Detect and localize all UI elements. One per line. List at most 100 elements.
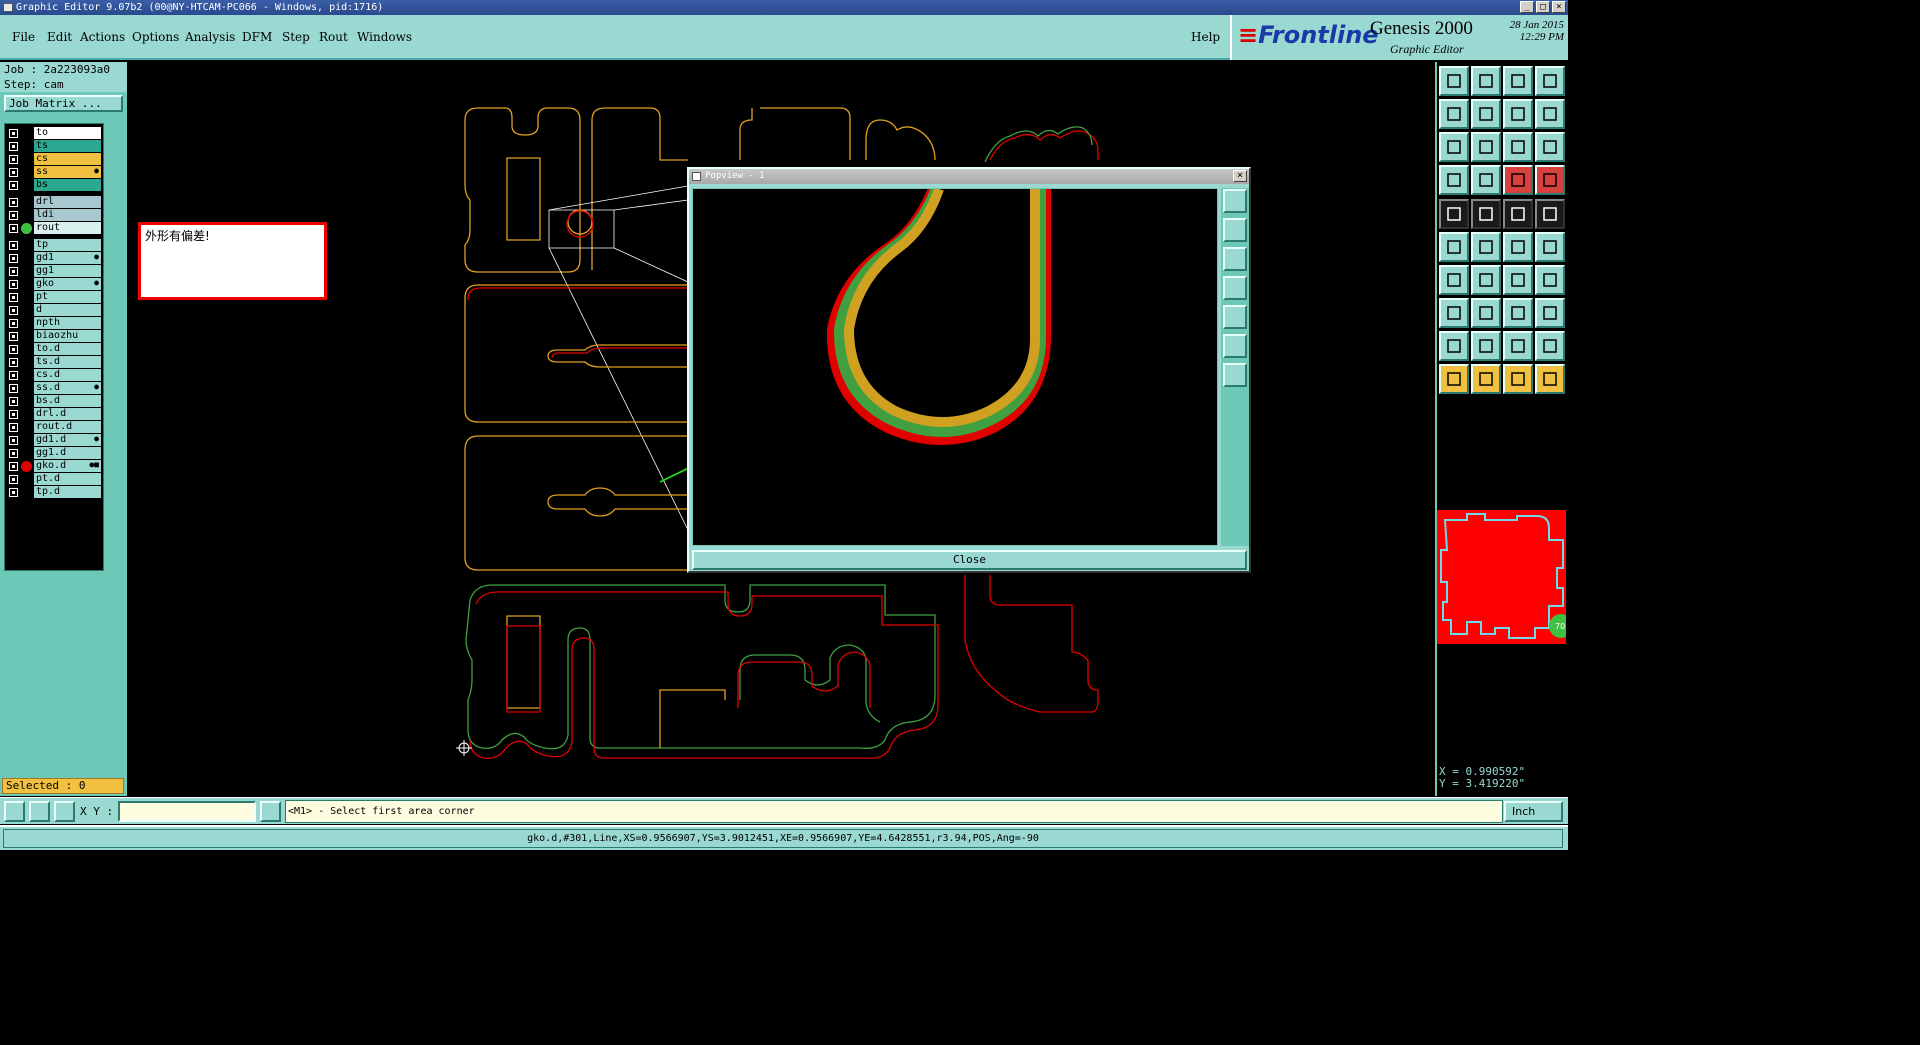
- layer-checkbox[interactable]: [9, 293, 18, 302]
- layer-row[interactable]: to.d: [5, 343, 103, 356]
- info-button[interactable]: [260, 801, 281, 822]
- layer-checkbox[interactable]: [9, 142, 18, 151]
- menu-rout[interactable]: Rout: [319, 30, 348, 44]
- layer-checkbox[interactable]: [9, 384, 18, 393]
- layer-checkbox[interactable]: [9, 423, 18, 432]
- layer-row[interactable]: gg1.d: [5, 447, 103, 460]
- line-width-button[interactable]: [1503, 199, 1533, 229]
- layer-row[interactable]: rout.d: [5, 421, 103, 434]
- layer-checkbox[interactable]: [9, 155, 18, 164]
- zoom-center-button[interactable]: [1471, 132, 1501, 162]
- popview-close-icon[interactable]: ×: [1233, 170, 1247, 182]
- add-line-button[interactable]: [1471, 298, 1501, 328]
- layer-checkbox[interactable]: [9, 181, 18, 190]
- menu-dfm[interactable]: DFM: [242, 30, 272, 44]
- layer-row[interactable]: npth: [5, 317, 103, 330]
- layer-row[interactable]: ts.d: [5, 356, 103, 369]
- measure-button[interactable]: [1439, 165, 1469, 195]
- pointer-button[interactable]: [1439, 364, 1469, 394]
- add-pad-button[interactable]: [1439, 298, 1469, 328]
- menu-step[interactable]: Step: [282, 30, 310, 44]
- layer-row[interactable]: rout: [5, 222, 103, 235]
- popview-canvas[interactable]: [692, 186, 1218, 546]
- layer-checkbox[interactable]: [9, 488, 18, 497]
- zoom-right-button[interactable]: [1471, 99, 1501, 129]
- layer-checkbox[interactable]: [9, 410, 18, 419]
- layer-checkbox[interactable]: [9, 436, 18, 445]
- mirror-button[interactable]: [1535, 265, 1565, 295]
- angle-button[interactable]: [1439, 265, 1469, 295]
- windows-button[interactable]: [1535, 66, 1565, 96]
- layer-checkbox[interactable]: [9, 241, 18, 250]
- layer-checkbox[interactable]: [9, 358, 18, 367]
- popview-pan-left-button[interactable]: [1223, 276, 1247, 300]
- layer-row[interactable]: tp.d: [5, 486, 103, 499]
- cross-button[interactable]: [1471, 232, 1501, 262]
- popview-pan-up-button[interactable]: [1223, 218, 1247, 242]
- menu-options[interactable]: Options: [132, 30, 179, 44]
- arc-button[interactable]: [1471, 331, 1501, 361]
- copy-button[interactable]: [1535, 232, 1565, 262]
- layer-row[interactable]: gd1 ●: [5, 252, 103, 265]
- layer-checkbox[interactable]: [9, 462, 18, 471]
- popview-zoom-in-button[interactable]: [1223, 334, 1247, 358]
- layer-row[interactable]: drl: [5, 196, 103, 209]
- layer-row[interactable]: gko ●: [5, 278, 103, 291]
- layer-row[interactable]: gko.d ●■: [5, 460, 103, 473]
- feature-select-button[interactable]: [1439, 199, 1469, 229]
- layer-row[interactable]: to: [5, 127, 103, 140]
- layer-checkbox[interactable]: [9, 198, 18, 207]
- layer-checkbox[interactable]: [9, 345, 18, 354]
- popview-title-bar[interactable]: Popview - 1 ×: [689, 169, 1249, 184]
- popview-zoom-out-button[interactable]: [1223, 363, 1247, 387]
- zoom-redraw-button[interactable]: [1535, 99, 1565, 129]
- connect-button[interactable]: [1439, 232, 1469, 262]
- layer-checkbox[interactable]: [9, 254, 18, 263]
- layer-row[interactable]: d: [5, 304, 103, 317]
- layer-row[interactable]: bs: [5, 179, 103, 192]
- menu-analysis[interactable]: Analysis: [185, 30, 235, 44]
- layer-checkbox[interactable]: [9, 224, 18, 233]
- net-highlight-button[interactable]: [1535, 165, 1565, 195]
- units-select[interactable]: Inch: [1504, 801, 1563, 822]
- layer-row[interactable]: gd1.d ●: [5, 434, 103, 447]
- menu-actions[interactable]: Actions: [80, 30, 125, 44]
- maximize-button[interactable]: □: [1536, 1, 1550, 13]
- layer-checkbox[interactable]: [9, 267, 18, 276]
- select-area-button[interactable]: [1503, 364, 1533, 394]
- layer-row[interactable]: pt.d: [5, 473, 103, 486]
- line-button[interactable]: [1471, 265, 1501, 295]
- triangle-button[interactable]: [1439, 331, 1469, 361]
- layer-row[interactable]: ss ●: [5, 166, 103, 179]
- xy-input[interactable]: [118, 801, 256, 822]
- popview-zoom-fit-button[interactable]: [1223, 189, 1247, 213]
- layer-checkbox[interactable]: [9, 129, 18, 138]
- layer-row[interactable]: biaozhu: [5, 330, 103, 343]
- net-button[interactable]: [1503, 165, 1533, 195]
- rotate-button[interactable]: [1503, 265, 1533, 295]
- layer-row[interactable]: bs.d: [5, 395, 103, 408]
- layer-row[interactable]: gg1: [5, 265, 103, 278]
- zoom-home-button[interactable]: [1503, 99, 1533, 129]
- save-button[interactable]: [1471, 66, 1501, 96]
- pad-button[interactable]: [1535, 199, 1565, 229]
- cross-mode-button[interactable]: [29, 801, 50, 822]
- layer-row[interactable]: ss.d ●: [5, 382, 103, 395]
- layer-checkbox[interactable]: [9, 332, 18, 341]
- arc-fill-button[interactable]: [1535, 331, 1565, 361]
- layer-checkbox[interactable]: [9, 168, 18, 177]
- layer-checkbox[interactable]: [9, 211, 18, 220]
- layer-row[interactable]: tp: [5, 239, 103, 252]
- query-button[interactable]: [1535, 132, 1565, 162]
- menu-file[interactable]: File: [12, 30, 35, 44]
- layer-checkbox[interactable]: [9, 319, 18, 328]
- layer-checkbox[interactable]: [9, 280, 18, 289]
- layer-row[interactable]: drl.d: [5, 408, 103, 421]
- arc-edit-button[interactable]: [1503, 331, 1533, 361]
- layer-row[interactable]: ldi: [5, 209, 103, 222]
- ruler-button[interactable]: [1471, 199, 1501, 229]
- popview-pan-down-button[interactable]: [1223, 247, 1247, 271]
- scale-ratio-button[interactable]: [1503, 132, 1533, 162]
- snap-mode-button[interactable]: [4, 801, 25, 822]
- job-matrix-button[interactable]: Job Matrix ...: [4, 95, 123, 112]
